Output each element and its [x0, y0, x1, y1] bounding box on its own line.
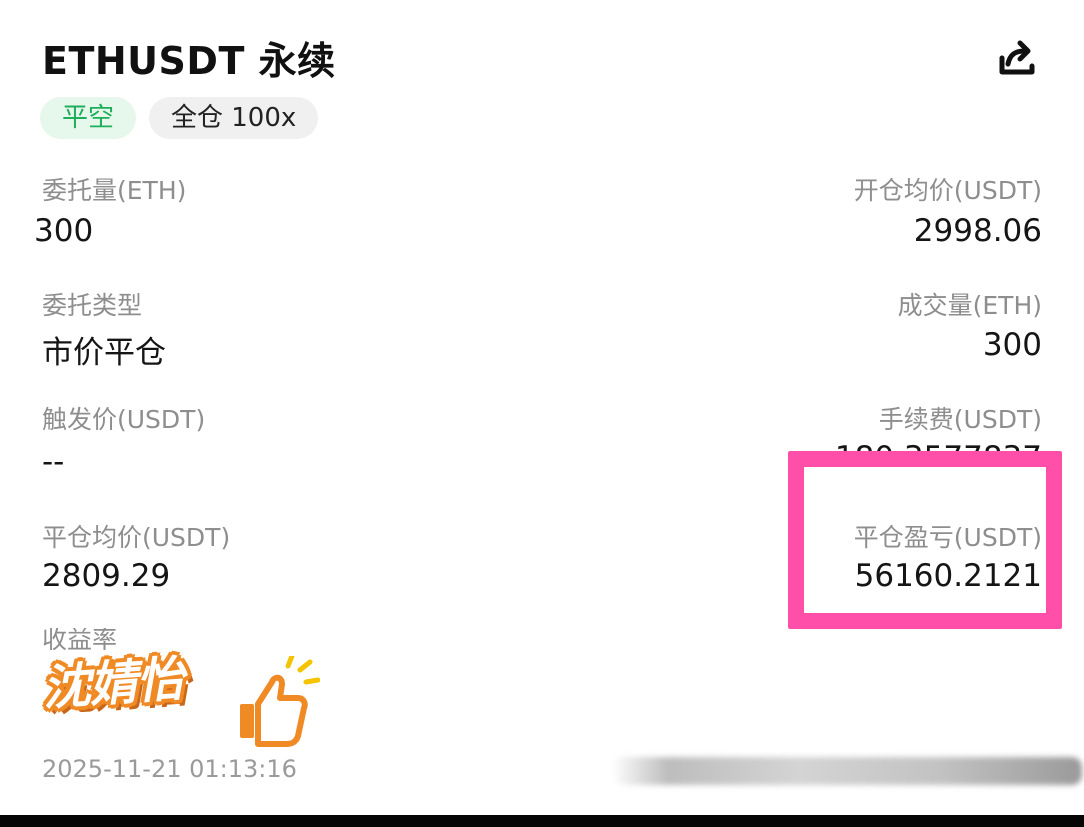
order-qty-value: 300: [34, 213, 94, 249]
order-qty-label: 委托量(ETH): [42, 176, 187, 205]
filled-qty-label: 成交量(ETH): [897, 291, 1042, 320]
trigger-price-label: 触发价(USDT): [42, 405, 206, 434]
timestamp: 2025-11-21 01:13:16: [42, 755, 297, 783]
name-sticker: 沈婧怡: [32, 640, 322, 750]
thumbs-up-icon: [236, 656, 320, 747]
order-type-value: 市价平仓: [42, 335, 166, 371]
close-avg-label: 平仓均价(USDT): [42, 523, 231, 552]
blurred-redaction: [612, 757, 1082, 785]
bottom-edge-band: [0, 815, 1084, 827]
filled-qty-value: 300: [982, 327, 1042, 363]
margin-mode-badge: 全仓 100x: [149, 97, 319, 139]
direction-badge: 平空: [40, 97, 137, 139]
open-avg-label: 开仓均价(USDT): [853, 176, 1042, 205]
open-avg-value: 2998.06: [913, 213, 1042, 249]
share-icon: [999, 40, 1035, 75]
close-avg-value: 2809.29: [42, 558, 171, 594]
trigger-price-value: --: [42, 444, 65, 480]
sticker-text: 沈婧怡: [40, 651, 186, 717]
share-button[interactable]: [994, 36, 1040, 82]
page-title: ETHUSDT 永续: [42, 39, 336, 83]
order-type-label: 委托类型: [42, 291, 143, 320]
fee-label: 手续费(USDT): [878, 405, 1042, 434]
highlight-box: [788, 451, 1062, 629]
